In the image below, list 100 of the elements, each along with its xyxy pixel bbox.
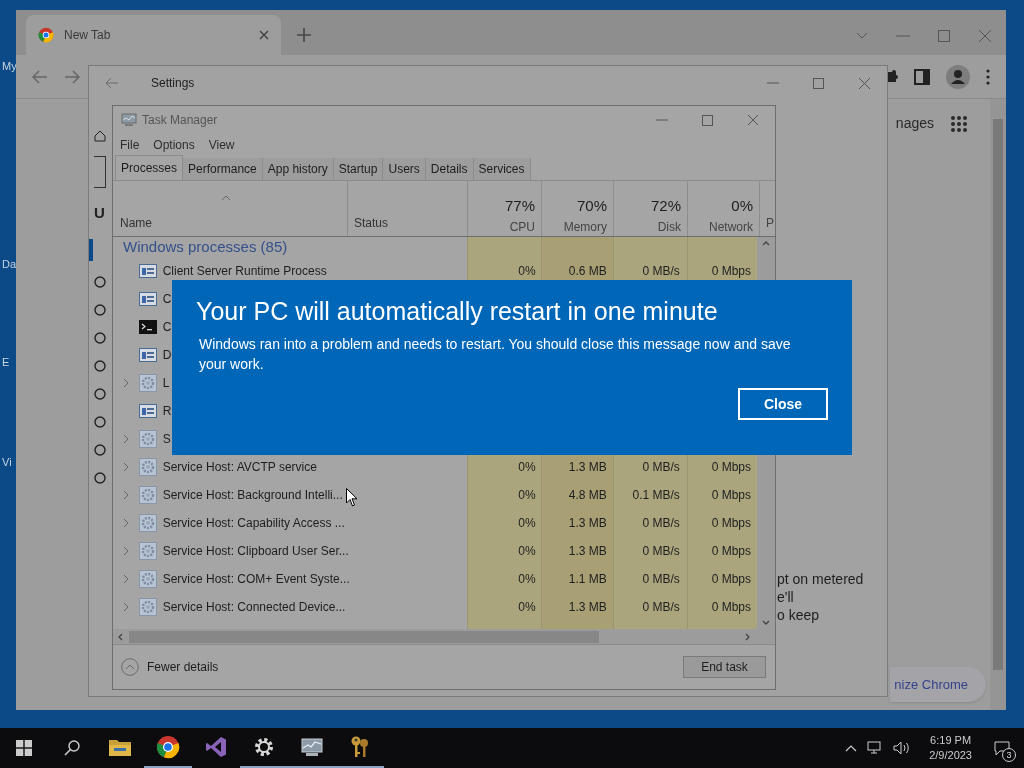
usage-value: 0 MB/s bbox=[642, 263, 680, 280]
maximize-icon[interactable] bbox=[938, 30, 950, 42]
more-options-icon[interactable] bbox=[986, 68, 990, 85]
column-header[interactable]: Memory bbox=[563, 217, 607, 236]
maximize-icon[interactable] bbox=[813, 77, 824, 89]
close-button[interactable]: Close bbox=[738, 388, 828, 420]
process-name[interactable]: Service Host: Background Intelli... bbox=[162, 486, 360, 504]
scrollbar[interactable] bbox=[990, 99, 1006, 710]
scroll-left-icon[interactable] bbox=[118, 632, 123, 641]
nav-item-icon[interactable] bbox=[93, 358, 106, 373]
desktop-icon-label[interactable]: E bbox=[2, 354, 10, 371]
images-link[interactable]: nages bbox=[895, 113, 934, 134]
caret-up-icon[interactable] bbox=[845, 744, 858, 752]
tab[interactable]: Details bbox=[425, 158, 474, 180]
nav-item-icon[interactable] bbox=[93, 330, 106, 345]
column-header[interactable]: CPU bbox=[509, 217, 535, 236]
fewer-details-link[interactable]: Fewer details bbox=[147, 658, 219, 676]
tab[interactable]: Performance bbox=[183, 158, 263, 180]
expand-chevron-icon[interactable] bbox=[122, 434, 129, 444]
expand-chevron-icon[interactable] bbox=[122, 462, 129, 472]
close-icon[interactable] bbox=[858, 76, 871, 90]
plus-icon[interactable] bbox=[297, 28, 311, 42]
column-header[interactable]: Name bbox=[120, 214, 347, 232]
settings-text-line: e'll bbox=[777, 588, 795, 606]
nav-item-icon[interactable] bbox=[93, 442, 106, 457]
nav-item-icon[interactable] bbox=[93, 470, 106, 485]
desktop-icon-label[interactable]: My bbox=[2, 58, 17, 75]
gear-icon bbox=[138, 570, 157, 588]
settings-text-line: pt on metered bbox=[777, 570, 865, 588]
usage-value: 0 MB/s bbox=[642, 543, 680, 560]
scroll-up-icon[interactable] bbox=[762, 241, 770, 246]
process-name[interactable]: Service Host: Capability Access ... bbox=[162, 514, 360, 532]
tab[interactable]: Services bbox=[473, 158, 531, 180]
end-task-button[interactable]: End task bbox=[683, 656, 766, 678]
usage-value: 0 MB/s bbox=[642, 599, 680, 616]
nav-item-icon[interactable] bbox=[93, 274, 106, 289]
close-icon[interactable] bbox=[747, 114, 759, 126]
menu-item[interactable]: Options bbox=[153, 136, 195, 154]
puzzle-icon[interactable] bbox=[888, 68, 898, 85]
nav-item-icon[interactable] bbox=[93, 302, 106, 317]
home-icon[interactable] bbox=[93, 130, 106, 142]
usage-value: 1.3 MB bbox=[568, 543, 607, 560]
avatar-icon[interactable] bbox=[946, 64, 970, 89]
maximize-icon[interactable] bbox=[702, 114, 713, 126]
tab[interactable]: Users bbox=[383, 158, 426, 180]
process-name[interactable]: Client Server Runtime Process bbox=[162, 262, 360, 280]
back-arrow-icon[interactable] bbox=[105, 77, 119, 89]
usage-value: 0.6 MB bbox=[568, 263, 607, 280]
close-icon[interactable] bbox=[978, 29, 992, 43]
scroll-right-icon[interactable] bbox=[745, 632, 750, 641]
menu-item[interactable]: File bbox=[120, 136, 140, 154]
column-header[interactable]: Network bbox=[709, 217, 753, 236]
usage-value: 1.3 MB bbox=[568, 599, 607, 616]
gear-icon bbox=[138, 374, 157, 392]
caret-down-icon[interactable] bbox=[856, 32, 868, 40]
search-icon bbox=[64, 740, 80, 756]
expand-chevron-icon[interactable] bbox=[122, 602, 129, 612]
forward-arrow-icon[interactable] bbox=[64, 69, 80, 84]
scroll-down-icon[interactable] bbox=[762, 620, 770, 625]
speaker-icon[interactable] bbox=[893, 741, 912, 755]
network-icon[interactable] bbox=[867, 741, 884, 755]
message-icon bbox=[994, 740, 1010, 756]
usage-percent: 70% bbox=[576, 196, 607, 216]
keys-icon bbox=[349, 735, 371, 759]
sort-caret-icon[interactable] bbox=[221, 195, 231, 201]
close-icon[interactable] bbox=[259, 30, 269, 40]
column-header[interactable]: Disk bbox=[657, 217, 681, 236]
desktop-icon-label[interactable]: Vi bbox=[2, 454, 12, 471]
search-field[interactable] bbox=[93, 156, 106, 188]
nav-item-icon[interactable] bbox=[93, 414, 106, 429]
collapse-chevron-icon[interactable] bbox=[121, 658, 139, 676]
process-name[interactable]: Service Host: Connected Device... bbox=[162, 598, 360, 616]
tab[interactable]: Startup bbox=[333, 158, 384, 180]
desktop-icon-label[interactable]: Da bbox=[2, 256, 17, 273]
clock[interactable]: 6:19 PM 2/9/2023 bbox=[921, 733, 980, 763]
browser-tab[interactable]: New Tab bbox=[26, 15, 281, 55]
gear-icon bbox=[138, 514, 157, 532]
expand-chevron-icon[interactable] bbox=[122, 546, 129, 556]
horizontal-scrollbar[interactable] bbox=[113, 629, 775, 645]
expand-chevron-icon[interactable] bbox=[122, 518, 129, 528]
sidebar-icon[interactable] bbox=[914, 68, 930, 85]
column-header[interactable]: Status bbox=[354, 214, 389, 232]
usage-value: 0% bbox=[518, 571, 536, 588]
nav-item-icon[interactable] bbox=[93, 386, 106, 401]
process-name[interactable]: Service Host: COM+ Event Syste... bbox=[162, 570, 360, 588]
process-name[interactable]: Service Host: AVCTP service bbox=[162, 458, 360, 476]
menu-item[interactable]: View bbox=[208, 136, 235, 154]
usage-value: 0% bbox=[518, 487, 536, 504]
column-header[interactable]: P bbox=[766, 214, 774, 232]
windows-logo-icon bbox=[16, 740, 32, 756]
expand-chevron-icon[interactable] bbox=[122, 378, 129, 388]
process-name[interactable]: Service Host: Clipboard User Ser... bbox=[162, 542, 360, 560]
customize-chrome-button[interactable]: nize Chrome bbox=[890, 666, 986, 702]
tab[interactable]: Processes bbox=[115, 155, 184, 180]
apps-grid-icon[interactable] bbox=[950, 114, 968, 133]
back-arrow-icon[interactable] bbox=[32, 69, 48, 84]
tab[interactable]: App history bbox=[262, 158, 334, 180]
expand-chevron-icon[interactable] bbox=[122, 574, 129, 584]
expand-chevron-icon[interactable] bbox=[122, 490, 129, 500]
notifications-button[interactable]: 3 bbox=[980, 728, 1024, 768]
